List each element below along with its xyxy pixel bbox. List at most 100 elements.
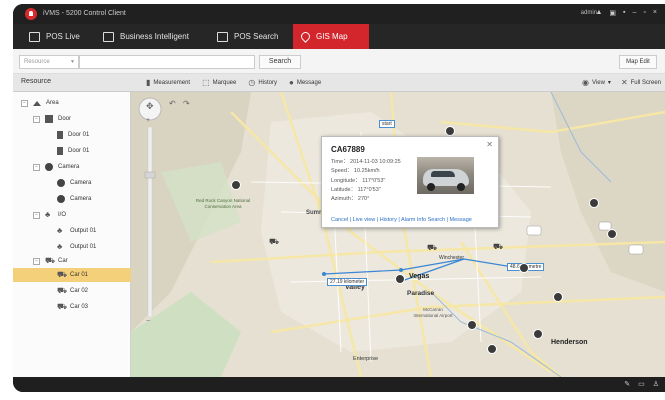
map-label-paradise: Paradise [407, 290, 435, 297]
popup-close-icon[interactable]: ✕ [486, 140, 493, 149]
tree-label: Car 03 [70, 304, 89, 310]
collapse-icon[interactable]: − [33, 257, 40, 265]
car-marker-icon[interactable]: ⛟ [493, 243, 503, 251]
collapse-icon[interactable]: − [21, 99, 28, 107]
tree-item-car-group[interactable]: − ⛟ Car [33, 254, 68, 268]
tree-item-io[interactable]: − ♣ I/O [33, 208, 66, 222]
tab-label: GIS Map [316, 32, 348, 41]
gis-map[interactable]: ✥ ↶ ↷ + − start Summit Vegas Paradise He… [131, 92, 665, 377]
tree-label: Door 01 [68, 148, 90, 154]
tree-item-door-01a[interactable]: Door 01 [57, 128, 89, 142]
clock-icon: ◷ [248, 78, 256, 87]
monitor-icon[interactable]: ▭ [638, 380, 645, 388]
popup-time: Time： 2014-11-03 10:09:25 [331, 159, 401, 165]
search-bar: Resource ▼ Search Map Edit [13, 49, 665, 74]
alert-icon[interactable]: ▲ [595, 9, 602, 17]
tool-label: Full Screen [630, 79, 661, 86]
resource-panel-title: Resource [21, 78, 51, 85]
search-input[interactable] [79, 55, 255, 69]
pan-control-icon[interactable]: ✥ [146, 101, 154, 112]
title-bar: iVMS - 5200 Control Client admin ▲ ▣ ▪ –… [13, 4, 665, 24]
marquee-tool[interactable]: ⬚ Marquee [202, 78, 236, 87]
tool-label: History [258, 79, 277, 86]
tree-label: Car 01 [70, 272, 89, 278]
measurement-tool[interactable]: ▮ Measurement [146, 78, 190, 87]
tab-label: POS Search [234, 32, 279, 41]
popup-action-links[interactable]: Cancel | Live view | History | Alarm Inf… [331, 217, 472, 223]
module-tabs: POS Live Business Intelligent POS Search… [13, 24, 665, 49]
camera-marker[interactable] [231, 180, 241, 190]
tree-label: Area [46, 100, 59, 106]
tree-item-car-03[interactable]: ⛟ Car 03 [57, 300, 88, 314]
tab-business-intelligent[interactable]: Business Intelligent [95, 24, 197, 49]
rotate-right-icon[interactable]: ↷ [183, 99, 190, 108]
rotate-left-icon[interactable]: ↶ [169, 99, 176, 108]
tree-item-camera-group[interactable]: − Camera [33, 160, 79, 174]
map-edit-button[interactable]: Map Edit [619, 55, 657, 69]
start-marker-label: start [379, 120, 395, 128]
camera-marker[interactable] [607, 229, 617, 239]
map-background [131, 92, 665, 377]
measurement-label-1: 27.19 kilometer [327, 278, 368, 286]
collapse-icon[interactable]: − [33, 211, 40, 219]
tree-item-output-2[interactable]: ♣ Output 01 [57, 240, 96, 254]
tree-item-output-1[interactable]: ♣ Output 01 [57, 224, 96, 238]
chevron-down-icon: ▾ [607, 80, 611, 86]
maximize-icon[interactable]: ▫ [643, 9, 645, 17]
pin-icon[interactable]: ✎ [624, 380, 630, 388]
tree-item-camera-2[interactable]: Camera [57, 192, 91, 206]
camera-marker[interactable] [519, 263, 529, 273]
map-label-airport: McCarran International Airport [413, 307, 453, 318]
status-bar: ✎ ▭ ♙ [13, 377, 665, 392]
user-icon[interactable]: ♙ [653, 380, 659, 388]
chart-icon [103, 31, 114, 42]
screen-icon[interactable]: ▣ [609, 9, 616, 17]
ruler-icon: ▮ [146, 78, 151, 87]
tree-item-area[interactable]: − Area [21, 96, 59, 110]
resource-select-placeholder: Resource [24, 59, 50, 65]
message-tool[interactable]: ● Message [289, 78, 321, 87]
tree-item-car-02[interactable]: ⛟ Car 02 [57, 284, 88, 298]
car-marker-icon[interactable]: ⛟ [427, 244, 437, 252]
camera-marker[interactable] [467, 320, 477, 330]
camera-marker[interactable] [553, 292, 563, 302]
tab-gis-map[interactable]: GIS Map [293, 24, 369, 49]
door-icon [57, 131, 63, 139]
lock-icon[interactable]: ▪ [623, 9, 625, 17]
popup-info: Time： 2014-11-03 10:09:25 Speed： 10.25km… [331, 158, 401, 204]
car-marker-icon[interactable]: ⛟ [269, 238, 279, 246]
zoom-out-icon[interactable]: − [146, 318, 150, 325]
tree-label: I/O [58, 212, 67, 218]
history-tool[interactable]: ◷ History [248, 78, 277, 87]
output-icon: ♣ [57, 226, 63, 235]
io-icon: ♣ [45, 210, 51, 219]
tab-pos-live[interactable]: POS Live [21, 24, 88, 49]
tree-item-door[interactable]: − Door [33, 112, 71, 126]
full-screen-button[interactable]: ✕ Full Screen [621, 78, 661, 87]
close-icon[interactable]: × [653, 9, 657, 17]
popup-latitude: Latitude： 117°0'53" [331, 186, 381, 193]
camera-marker[interactable] [589, 198, 599, 208]
camera-marker[interactable] [395, 274, 405, 284]
tree-item-car-01[interactable]: ⛟ Car 01 [57, 268, 88, 282]
tree-label: Car [58, 258, 68, 264]
minimize-icon[interactable]: – [633, 9, 637, 17]
collapse-icon[interactable]: − [33, 163, 40, 171]
app-logo-icon [25, 8, 37, 20]
resource-select[interactable]: Resource ▼ [19, 55, 79, 69]
camera-marker[interactable] [487, 344, 497, 354]
tab-pos-search[interactable]: POS Search [209, 24, 286, 49]
map-label-red-rock: Red Rock Canyon National Conservation Ar… [195, 198, 251, 209]
tree-item-camera-1[interactable]: Camera [57, 176, 91, 190]
camera-marker[interactable] [445, 126, 455, 136]
vehicle-snapshot-image [417, 157, 474, 194]
door-icon [57, 147, 63, 155]
tree-label: Output 01 [70, 228, 97, 234]
collapse-icon[interactable]: − [33, 115, 40, 123]
zoom-in-icon[interactable]: + [146, 117, 150, 124]
view-dropdown[interactable]: ◉ View ▾ [582, 78, 611, 87]
camera-marker[interactable] [533, 329, 543, 339]
popup-speed: Speed： 10.25km/h [331, 168, 380, 175]
tree-item-door-01b[interactable]: Door 01 [57, 144, 89, 158]
search-button[interactable]: Search [259, 55, 301, 69]
